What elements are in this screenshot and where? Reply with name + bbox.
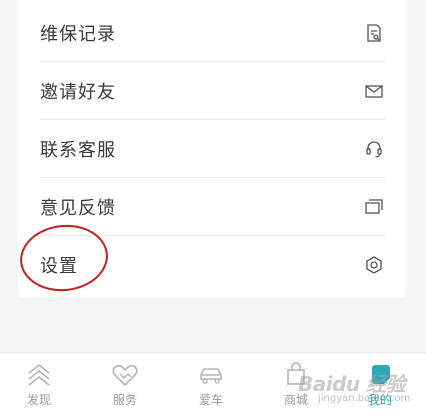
maintenance-record-icon (367, 24, 381, 42)
service-handshake-icon (112, 364, 138, 387)
menu-item-label: 维保记录 (40, 24, 116, 45)
menu-item-settings[interactable]: 设置 (18, 236, 406, 294)
tab-mall[interactable]: 商城 (266, 361, 326, 413)
menu-item-customer-service[interactable]: 联系客服 (18, 120, 406, 178)
tab-label: 商城 (283, 393, 308, 407)
tab-discover[interactable]: 发现 (9, 361, 69, 413)
tab-label: 服务 (112, 393, 137, 407)
menu-item-maintenance-record[interactable]: 维保记录 (18, 4, 406, 62)
menu-card: 维保记录 邀请好友 联系客服 意见反馈 设置 (18, 0, 406, 298)
envelope-icon (365, 85, 383, 98)
menu-item-label: 邀请好友 (40, 82, 116, 103)
tab-label: 我的 (367, 393, 392, 407)
settings-hexagon-icon (366, 256, 382, 274)
tab-service[interactable]: 服务 (95, 361, 155, 413)
shopping-bag-icon (287, 362, 305, 385)
menu-item-label: 设置 (40, 256, 78, 277)
discover-chevron-icon (28, 363, 50, 386)
car-icon (200, 368, 222, 384)
menu-item-label: 意见反馈 (40, 198, 116, 219)
menu-item-label: 联系客服 (40, 140, 116, 161)
tab-label: 爱车 (198, 393, 223, 407)
feedback-icon (365, 199, 383, 214)
tab-my-car[interactable]: 爱车 (181, 361, 241, 413)
profile-screen: 维保记录 邀请好友 联系客服 意见反馈 设置 发现 服务 爱车 商城 我的 Ba… (0, 0, 426, 417)
menu-item-invite-friends[interactable]: 邀请好友 (18, 62, 406, 120)
tab-label: 发现 (26, 393, 51, 407)
tab-profile[interactable]: 我的 (350, 361, 410, 413)
profile-icon (372, 365, 390, 384)
bottom-tab-bar: 发现 服务 爱车 商城 我的 (0, 352, 426, 417)
menu-item-feedback[interactable]: 意见反馈 (18, 178, 406, 236)
headset-icon (366, 141, 382, 158)
